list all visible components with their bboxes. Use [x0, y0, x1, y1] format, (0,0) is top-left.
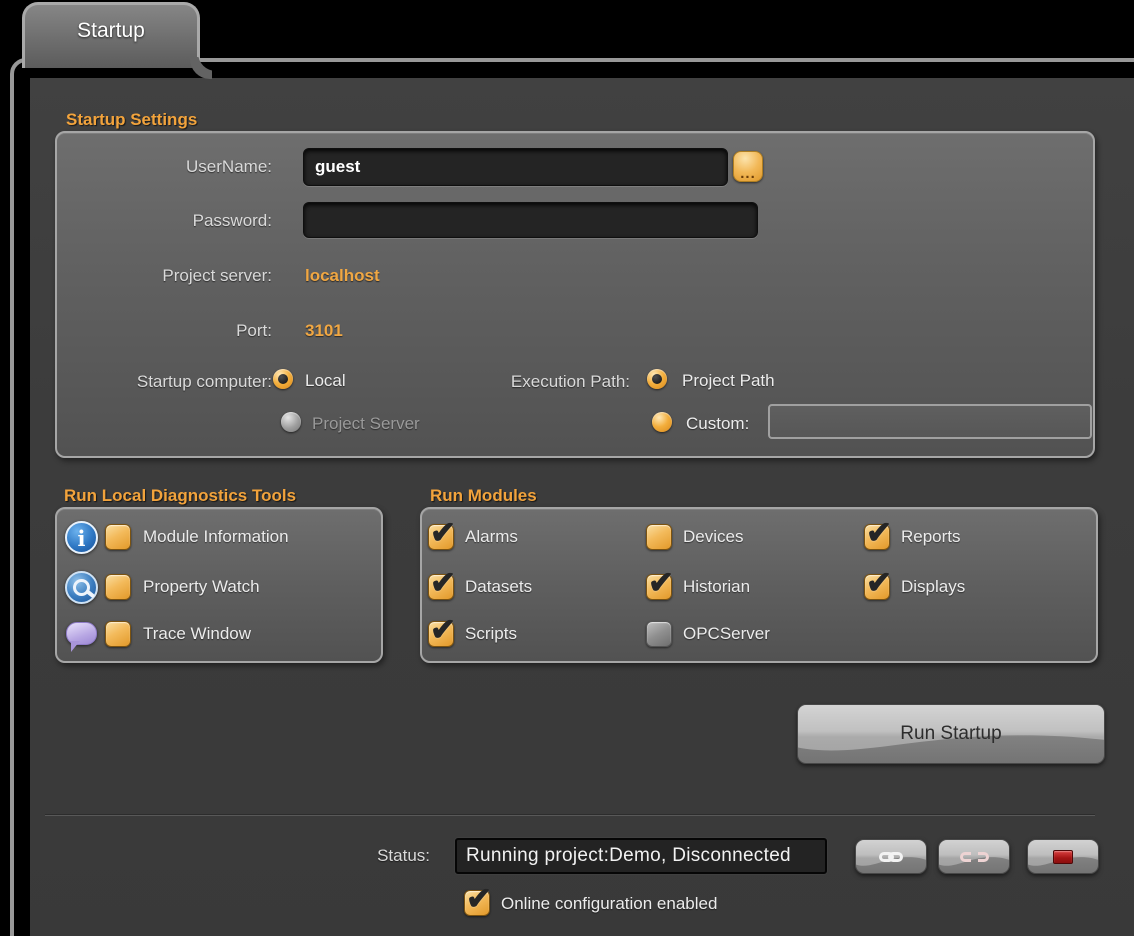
- displays-checkbox[interactable]: [864, 574, 890, 600]
- opcserver-checkbox[interactable]: [646, 621, 672, 647]
- modules-title: Run Modules: [430, 486, 537, 506]
- port-value: 3101: [305, 321, 343, 341]
- disconnect-button[interactable]: [938, 839, 1010, 874]
- datasets-label: Datasets: [465, 577, 532, 597]
- displays-label: Displays: [901, 577, 965, 597]
- datasets-checkbox[interactable]: [428, 574, 454, 600]
- online-config-checkbox[interactable]: [464, 890, 490, 916]
- property-watch-checkbox[interactable]: [105, 574, 131, 600]
- trace-window-icon: [66, 622, 97, 645]
- stop-icon: [1053, 850, 1073, 864]
- radio-custom-label: Custom:: [686, 414, 749, 434]
- status-input[interactable]: [455, 838, 827, 874]
- run-startup-label: Run Startup: [798, 705, 1104, 763]
- alarms-label: Alarms: [465, 527, 518, 547]
- opcserver-label: OPCServer: [683, 624, 770, 644]
- diagnostics-title: Run Local Diagnostics Tools: [64, 486, 296, 506]
- alarms-checkbox[interactable]: [428, 524, 454, 550]
- startup-settings-title: Startup Settings: [66, 110, 197, 130]
- reports-checkbox[interactable]: [864, 524, 890, 550]
- run-startup-button[interactable]: Run Startup: [797, 704, 1105, 764]
- radio-local[interactable]: [273, 369, 293, 389]
- info-icon: [65, 521, 98, 554]
- scripts-label: Scripts: [465, 624, 517, 644]
- reports-label: Reports: [901, 527, 961, 547]
- tab-startup[interactable]: Startup: [22, 2, 200, 68]
- divider: [45, 814, 1095, 815]
- username-label: UserName:: [80, 157, 272, 177]
- project-server-label: Project server:: [80, 266, 272, 286]
- username-input[interactable]: [303, 148, 728, 186]
- scripts-checkbox[interactable]: [428, 621, 454, 647]
- custom-path-input[interactable]: [768, 404, 1092, 439]
- tab-startup-label: Startup: [77, 19, 145, 42]
- connect-button[interactable]: [855, 839, 927, 874]
- password-input[interactable]: [303, 202, 758, 238]
- trace-window-label: Trace Window: [143, 624, 251, 644]
- historian-label: Historian: [683, 577, 750, 597]
- property-watch-icon: [65, 571, 98, 604]
- module-information-label: Module Information: [143, 527, 289, 547]
- chain-link-icon: [856, 840, 926, 873]
- radio-project-server-label: Project Server: [312, 414, 420, 434]
- trace-window-checkbox[interactable]: [105, 621, 131, 647]
- radio-project-path[interactable]: [647, 369, 667, 389]
- startup-screen: Startup Startup Settings UserName: ... P…: [0, 0, 1134, 936]
- stop-button[interactable]: [1027, 839, 1099, 874]
- project-server-value: localhost: [305, 266, 380, 286]
- browse-user-button[interactable]: ...: [733, 151, 763, 182]
- port-label: Port:: [80, 321, 272, 341]
- radio-project-path-label: Project Path: [682, 371, 775, 391]
- startup-computer-label: Startup computer:: [80, 372, 272, 392]
- historian-checkbox[interactable]: [646, 574, 672, 600]
- devices-label: Devices: [683, 527, 743, 547]
- password-label: Password:: [80, 211, 272, 231]
- stop-icon-wrap: [1028, 840, 1098, 873]
- execution-path-label: Execution Path:: [460, 372, 630, 392]
- broken-chain-icon: [939, 840, 1009, 873]
- radio-project-server[interactable]: [281, 412, 301, 432]
- property-watch-label: Property Watch: [143, 577, 260, 597]
- online-config-label: Online configuration enabled: [501, 894, 717, 914]
- module-information-checkbox[interactable]: [105, 524, 131, 550]
- devices-checkbox[interactable]: [646, 524, 672, 550]
- ellipsis-icon: ...: [740, 165, 756, 182]
- status-label: Status:: [320, 846, 430, 866]
- radio-local-label: Local: [305, 371, 346, 391]
- radio-custom[interactable]: [652, 412, 672, 432]
